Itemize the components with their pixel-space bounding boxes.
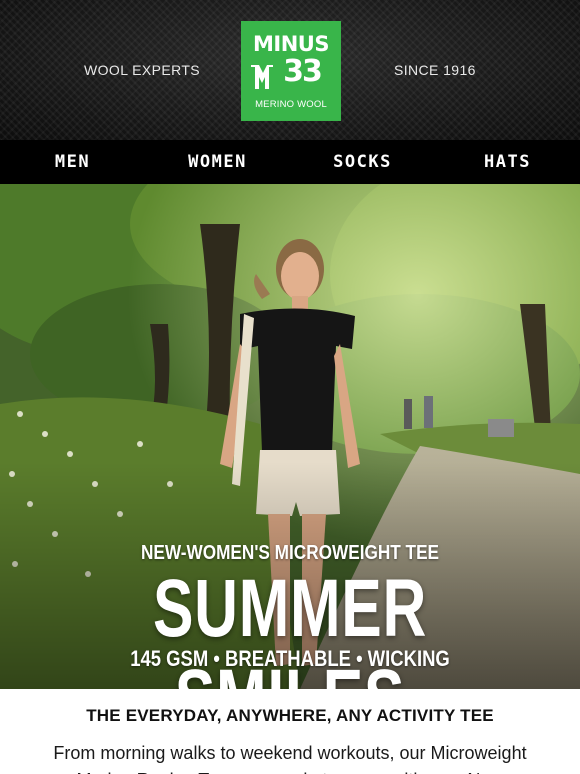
- section-heading: THE EVERYDAY, ANYWHERE, ANY ACTIVITY TEE: [86, 706, 494, 725]
- nav-item-men[interactable]: MEN: [0, 140, 145, 184]
- nav-item-hats[interactable]: HATS: [435, 140, 580, 184]
- section-body: From morning walks to weekend workouts, …: [53, 743, 527, 774]
- tagline-wool-experts: WOOL EXPERTS: [84, 62, 201, 78]
- nav-item-socks[interactable]: SOCKS: [290, 140, 435, 184]
- logo-subtext: MERINO WOOL: [255, 99, 327, 110]
- hero-banner[interactable]: NEW-WOMEN'S MICROWEIGHT TEE SUMMER SMILE…: [0, 184, 580, 689]
- logo-number: 33: [283, 54, 323, 89]
- minus33-logo[interactable]: MINUS 33 MERINO WOOL: [241, 21, 341, 121]
- category-nav: MEN WOMEN SOCKS HATS: [0, 140, 580, 184]
- hero-subtitle: NEW-WOMEN'S MICROWEIGHT TEE: [140, 542, 440, 564]
- tagline-since-1916: SINCE 1916: [394, 62, 476, 78]
- logo-brand-text: MINUS: [253, 32, 329, 56]
- hero-specs: 145 GSM • BREATHABLE • WICKING: [130, 646, 450, 671]
- email-header: WOOL EXPERTS MINUS 33 MERINO WOOL SINCE …: [0, 0, 580, 140]
- nav-item-women[interactable]: WOMEN: [145, 140, 290, 184]
